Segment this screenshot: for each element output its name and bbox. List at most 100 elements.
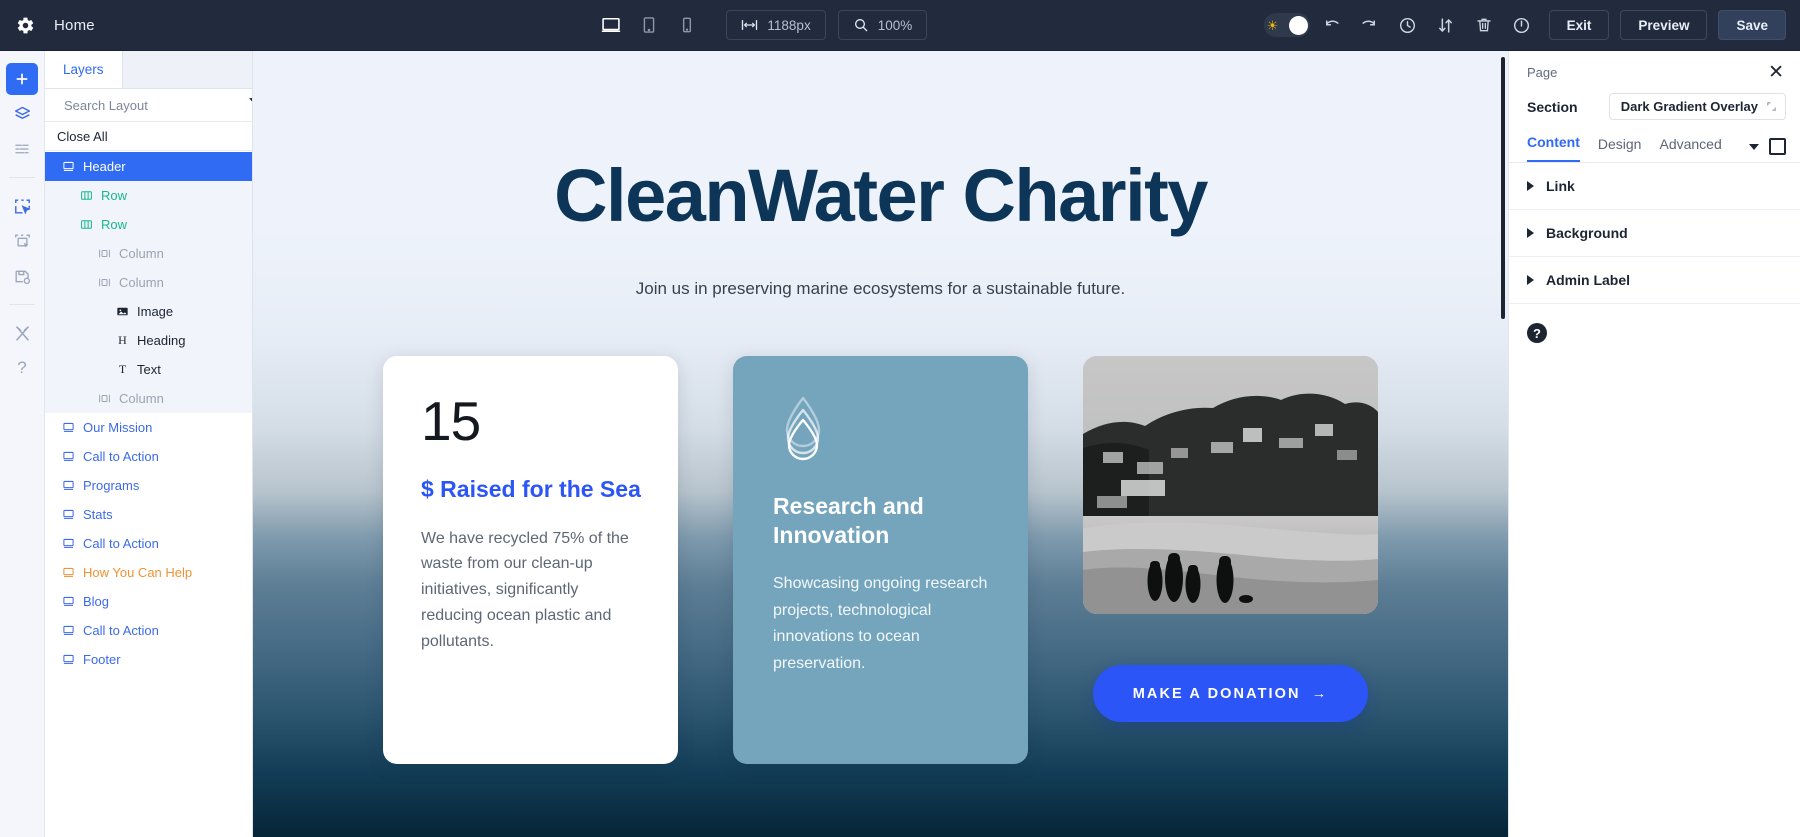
trash-icon[interactable]	[1468, 9, 1500, 41]
layer-node-header[interactable]: Header	[45, 152, 252, 181]
layer-node-label: Image	[137, 304, 174, 319]
redo-icon[interactable]	[1354, 9, 1386, 41]
undo-icon[interactable]	[1316, 9, 1348, 41]
plus-icon[interactable]	[6, 63, 38, 95]
rail-divider-2	[9, 304, 35, 305]
toolbar-right: ☀ Exit Preview Save	[1263, 9, 1800, 41]
canvas-width-control[interactable]: 1188px	[726, 10, 826, 40]
tab-advanced[interactable]: Advanced	[1659, 136, 1721, 162]
layer-node-column[interactable]: Column	[45, 239, 252, 268]
layer-node-text[interactable]: T Text	[45, 355, 252, 384]
layer-node-label: Header	[83, 159, 126, 174]
section-icon	[61, 624, 76, 637]
preview-button[interactable]: Preview	[1620, 10, 1708, 40]
row-icon	[79, 218, 94, 231]
section-icon	[61, 450, 76, 463]
layer-node-how-you-can-help[interactable]: How You Can Help	[45, 558, 252, 587]
layer-node-row[interactable]: Row	[45, 210, 252, 239]
layer-node-column[interactable]: Column	[45, 384, 252, 413]
layer-node-label: Call to Action	[83, 623, 159, 638]
wrench-icon[interactable]	[6, 317, 38, 349]
layer-node-label: Row	[101, 188, 128, 203]
phone-icon[interactable]	[672, 10, 702, 40]
hero-title[interactable]: CleanWater Charity	[253, 153, 1508, 238]
page-canvas[interactable]: CleanWater Charity Join us in preserving…	[253, 51, 1508, 837]
expand-panel-icon[interactable]	[1769, 138, 1786, 155]
settings-panel: Page ✕ Section Dark Gradient Overlay Con…	[1501, 51, 1800, 837]
breadcrumb: Page	[1527, 65, 1558, 80]
heading-icon: H	[118, 333, 127, 347]
hero-subtitle[interactable]: Join us in preserving marine ecosystems …	[253, 279, 1508, 299]
donation-card: MAKE A DONATION →	[1083, 356, 1378, 764]
layer-node-our-mission[interactable]: Our Mission	[45, 413, 252, 442]
stat-card[interactable]: 15 $ Raised for the Sea We have recycled…	[383, 356, 678, 764]
layer-node-label: Column	[119, 246, 164, 261]
section-preset-select[interactable]: Dark Gradient Overlay	[1608, 93, 1786, 120]
section-icon	[61, 595, 76, 608]
clock-icon[interactable]	[1392, 9, 1424, 41]
layers-icon[interactable]	[6, 98, 38, 130]
section-icon	[61, 160, 76, 173]
layer-node-label: How You Can Help	[83, 565, 193, 580]
research-card[interactable]: Research and Innovation Showcasing ongoi…	[733, 356, 1028, 764]
tab-content[interactable]: Content	[1527, 134, 1580, 162]
tablet-icon[interactable]	[634, 10, 664, 40]
layer-node-label: Column	[119, 275, 164, 290]
resize-handle-icon	[1767, 102, 1776, 111]
chevron-right-icon	[1527, 275, 1534, 285]
accordion-background[interactable]: Background	[1509, 210, 1800, 257]
layer-node-call-to-action[interactable]: Call to Action	[45, 529, 252, 558]
layer-node-row[interactable]: Row	[45, 181, 252, 210]
chevron-right-icon	[1527, 181, 1534, 191]
layer-node-label: Stats	[83, 507, 113, 522]
zoom-control[interactable]: 100%	[837, 10, 928, 40]
gear-icon[interactable]	[10, 10, 40, 40]
accordion-admin-label[interactable]: Admin Label	[1509, 257, 1800, 304]
research-heading: Research and Innovation	[773, 493, 924, 548]
section-icon	[61, 508, 76, 521]
copy-module-icon[interactable]	[6, 225, 38, 257]
updown-arrows-icon[interactable]	[1430, 9, 1462, 41]
stat-body-text: We have recycled 75% of the waste from o…	[421, 529, 629, 651]
layers-search-row	[45, 89, 252, 122]
section-icon	[61, 566, 76, 579]
layer-node-footer[interactable]: Footer	[45, 645, 252, 674]
layer-node-heading[interactable]: H Heading	[45, 326, 252, 355]
exit-button[interactable]: Exit	[1548, 10, 1610, 40]
layer-node-programs[interactable]: Programs	[45, 471, 252, 500]
wireframe-icon[interactable]	[6, 133, 38, 165]
save-button[interactable]: Save	[1718, 10, 1786, 40]
layer-node-blog[interactable]: Blog	[45, 587, 252, 616]
device-preview-group	[596, 10, 702, 40]
beach-photo[interactable]	[1083, 356, 1378, 614]
close-all-button[interactable]: Close All	[45, 122, 252, 151]
search-input[interactable]	[64, 97, 240, 113]
accordion-link[interactable]: Link	[1509, 163, 1800, 210]
theme-toggle[interactable]: ☀	[1263, 13, 1310, 37]
layer-node-label: Call to Action	[83, 449, 159, 464]
power-icon[interactable]	[1506, 9, 1538, 41]
layer-node-image[interactable]: Image	[45, 297, 252, 326]
layer-node-call-to-action[interactable]: Call to Action	[45, 442, 252, 471]
panel-tab-controls	[1749, 138, 1786, 162]
help-icon[interactable]: ?	[1527, 323, 1547, 343]
column-icon	[97, 276, 112, 289]
hero-section[interactable]: CleanWater Charity Join us in preserving…	[253, 51, 1508, 837]
layer-node-column[interactable]: Column	[45, 268, 252, 297]
canvas-width-value: 1188px	[767, 17, 811, 33]
panel-scrollbar[interactable]	[1501, 57, 1505, 319]
tab-layers[interactable]: Layers	[45, 51, 123, 88]
layers-tabbar: Layers	[45, 51, 252, 89]
layer-node-call-to-action[interactable]: Call to Action	[45, 616, 252, 645]
make-a-donation-button[interactable]: MAKE A DONATION →	[1093, 665, 1368, 722]
tab-design[interactable]: Design	[1598, 136, 1642, 162]
chevron-down-icon[interactable]	[1749, 143, 1759, 150]
question-mark-icon[interactable]: ?	[6, 352, 38, 384]
layer-node-stats[interactable]: Stats	[45, 500, 252, 529]
page-title[interactable]: Home	[54, 17, 95, 34]
close-icon[interactable]: ✕	[1768, 63, 1784, 82]
desktop-icon[interactable]	[596, 10, 626, 40]
layer-node-label: Heading	[137, 333, 186, 348]
select-module-icon[interactable]	[6, 190, 38, 222]
save-library-icon[interactable]	[6, 260, 38, 292]
